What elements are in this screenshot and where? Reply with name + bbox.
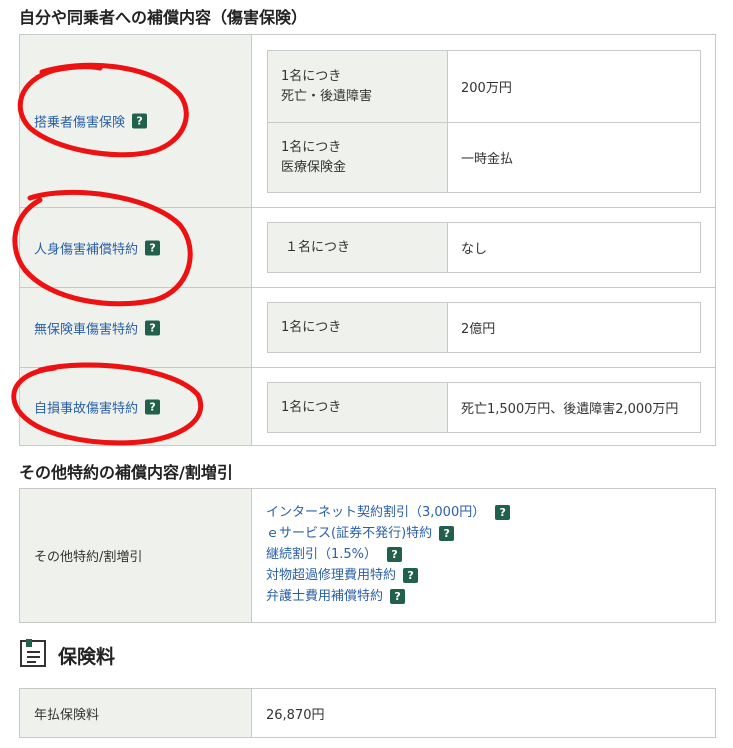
document-icon (19, 638, 49, 672)
premium-title: 保険料 (58, 645, 116, 668)
rider-link-e-service[interactable]: ｅサービス(証券不発行)特約 ? (266, 523, 510, 544)
detail-table: １名につき なし (267, 222, 701, 273)
detail-table: 1名につき 2億円 (267, 302, 701, 353)
premium-table: 年払保険料 26,870円 (19, 688, 716, 738)
other-riders-label: その他特約/割増引 (20, 489, 252, 622)
rider-link-internet-discount[interactable]: インターネット契約割引（3,000円） ? (266, 502, 511, 523)
other-section-title: その他特約の補償内容/割増引 (19, 463, 233, 482)
premium-label: 年払保険料 (20, 689, 252, 737)
help-icon[interactable]: ? (495, 505, 511, 520)
detail-row: 1名につき 医療保険金 一時金払 (268, 122, 700, 192)
self-accident-link[interactable]: 自損事故傷害特約 ? (34, 397, 161, 416)
help-icon[interactable]: ? (439, 526, 455, 541)
help-icon[interactable]: ? (390, 589, 406, 604)
uninsured-vehicle-link[interactable]: 無保険車傷害特約 ? (34, 318, 161, 337)
premium-value: 26,870円 (266, 707, 325, 723)
table-row: 搭乗者傷害保険 ? 1名につき 死亡・後遺障害 200万円 1名につき 医療保険… (20, 35, 715, 207)
rider-link-legal-fees[interactable]: 弁護士費用補償特約 ? (266, 586, 510, 607)
table-row: 人身傷害補償特約 ? １名につき なし (20, 207, 715, 287)
help-icon[interactable]: ? (387, 547, 403, 562)
personal-injury-link[interactable]: 人身傷害補償特約 ? (34, 238, 161, 257)
detail-table: 1名につき 死亡・後遺障害 200万円 1名につき 医療保険金 一時金払 (267, 50, 701, 193)
help-icon[interactable]: ? (132, 113, 148, 129)
help-icon[interactable]: ? (145, 240, 161, 255)
detail-row: 1名につき 死亡・後遺障害 200万円 (268, 51, 700, 122)
rider-links: インターネット契約割引（3,000円） ? ｅサービス(証券不発行)特約 ? 継… (266, 502, 511, 607)
help-icon[interactable]: ? (403, 568, 419, 583)
passenger-injury-link[interactable]: 搭乗者傷害保険 ? (34, 112, 148, 131)
injury-table: 搭乗者傷害保険 ? 1名につき 死亡・後遺障害 200万円 1名につき 医療保険… (19, 34, 716, 446)
injury-section-title: 自分や同乗者への補償内容（傷害保険） (19, 8, 308, 27)
help-icon[interactable]: ? (145, 399, 161, 414)
detail-table: 1名につき 死亡1,500万円、後遺障害2,000万円 (267, 382, 701, 433)
detail-row: 1名につき 死亡1,500万円、後遺障害2,000万円 (268, 383, 700, 432)
rider-link-continuation-discount[interactable]: 継続割引（1.5%） ? (266, 544, 510, 565)
rider-link-property-repair[interactable]: 対物超過修理費用特約 ? (266, 565, 510, 586)
help-icon[interactable]: ? (145, 320, 161, 335)
premium-heading: 保険料 (19, 638, 115, 672)
table-row: 無保険車傷害特約 ? 1名につき 2億円 (20, 287, 715, 367)
detail-row: 1名につき 2億円 (268, 303, 700, 352)
table-row: 自損事故傷害特約 ? 1名につき 死亡1,500万円、後遺障害2,000万円 (20, 367, 715, 445)
detail-row: １名につき なし (268, 223, 700, 272)
other-riders-table: その他特約/割増引 インターネット契約割引（3,000円） ? ｅサービス(証券… (19, 488, 716, 623)
